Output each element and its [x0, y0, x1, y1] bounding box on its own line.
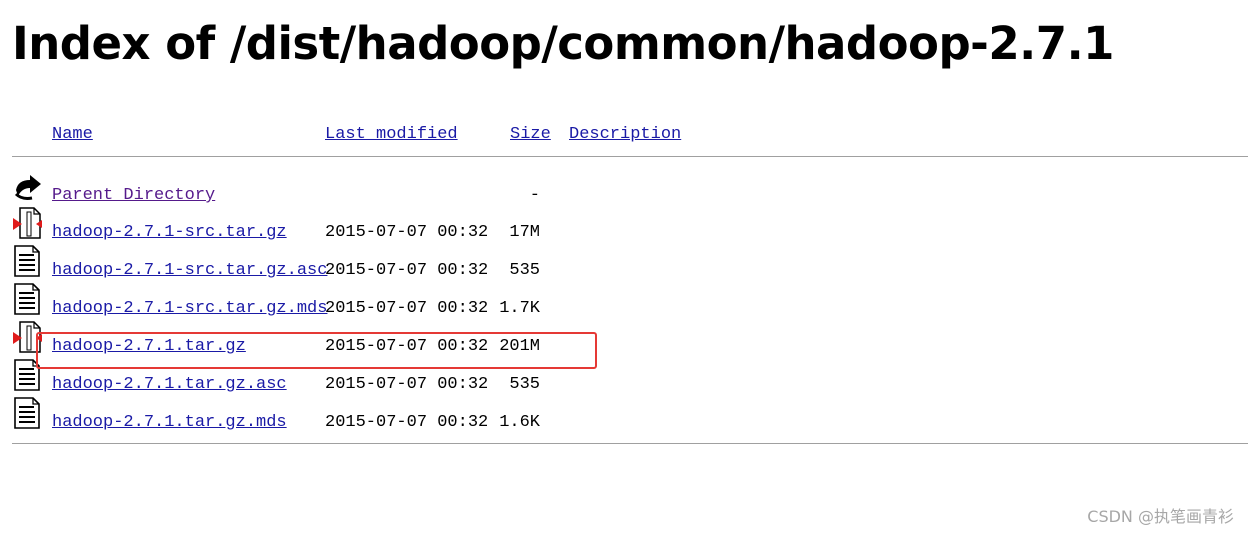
- bottom-divider: [12, 443, 1248, 444]
- file-link[interactable]: hadoop-2.7.1-src.tar.gz: [52, 223, 287, 243]
- sort-by-size-link[interactable]: Size: [510, 125, 551, 145]
- parent-directory-link[interactable]: Parent Directory: [52, 186, 215, 206]
- file-row: hadoop-2.7.1-src.tar.gz.asc 2015-07-07 00…: [0, 245, 1248, 290]
- size-cell: 1.7K: [499, 299, 540, 318]
- file-row: hadoop-2.7.1-src.tar.gz.mds 2015-07-07 00…: [0, 283, 1248, 328]
- size-cell: 535: [509, 261, 540, 280]
- highlight-box: [36, 332, 597, 369]
- sort-by-name-link[interactable]: Name: [52, 125, 93, 145]
- last-modified-cell: 2015-07-07 00:32: [325, 223, 489, 242]
- text-file-icon: [12, 244, 42, 278]
- last-modified-cell: 2015-07-07 00:32: [325, 299, 489, 318]
- text-file-icon: [12, 282, 42, 316]
- file-row: hadoop-2.7.1.tar.gz.asc 2015-07-07 00:32 5…: [0, 359, 1248, 404]
- sort-by-last-modified-link[interactable]: Last modified: [325, 125, 458, 145]
- size-cell: 535: [509, 375, 540, 394]
- back-arrow-icon: [12, 172, 42, 206]
- parent-directory-row: Parent Directory -: [0, 172, 1248, 210]
- watermark: CSDN @执笔画青衫: [1087, 507, 1234, 526]
- file-link[interactable]: hadoop-2.7.1-src.tar.gz.mds: [52, 299, 327, 319]
- size-cell: 1.6K: [499, 413, 540, 432]
- file-link[interactable]: hadoop-2.7.1.tar.gz.mds: [52, 413, 287, 433]
- file-link[interactable]: hadoop-2.7.1.tar.gz.asc: [52, 375, 287, 395]
- last-modified-cell: 2015-07-07 00:32: [325, 261, 489, 280]
- last-modified-cell: 2015-07-07 00:32: [325, 375, 489, 394]
- sort-by-description-link[interactable]: Description: [569, 125, 681, 145]
- parent-size: -: [529, 186, 540, 205]
- file-row: hadoop-2.7.1-src.tar.gz 2015-07-07 00:32 1…: [0, 207, 1248, 252]
- file-row: hadoop-2.7.1.tar.gz.mds 2015-07-07 00:32 1…: [0, 397, 1248, 442]
- last-modified-cell: 2015-07-07 00:32: [325, 413, 489, 432]
- file-link[interactable]: hadoop-2.7.1-src.tar.gz.asc: [52, 261, 327, 281]
- compressed-file-icon: [12, 206, 45, 240]
- size-cell: 17M: [509, 223, 540, 242]
- page-title: Index of /dist/hadoop/common/hadoop-2.7.…: [12, 17, 1114, 70]
- text-file-icon: [12, 396, 42, 430]
- top-divider: [12, 156, 1248, 157]
